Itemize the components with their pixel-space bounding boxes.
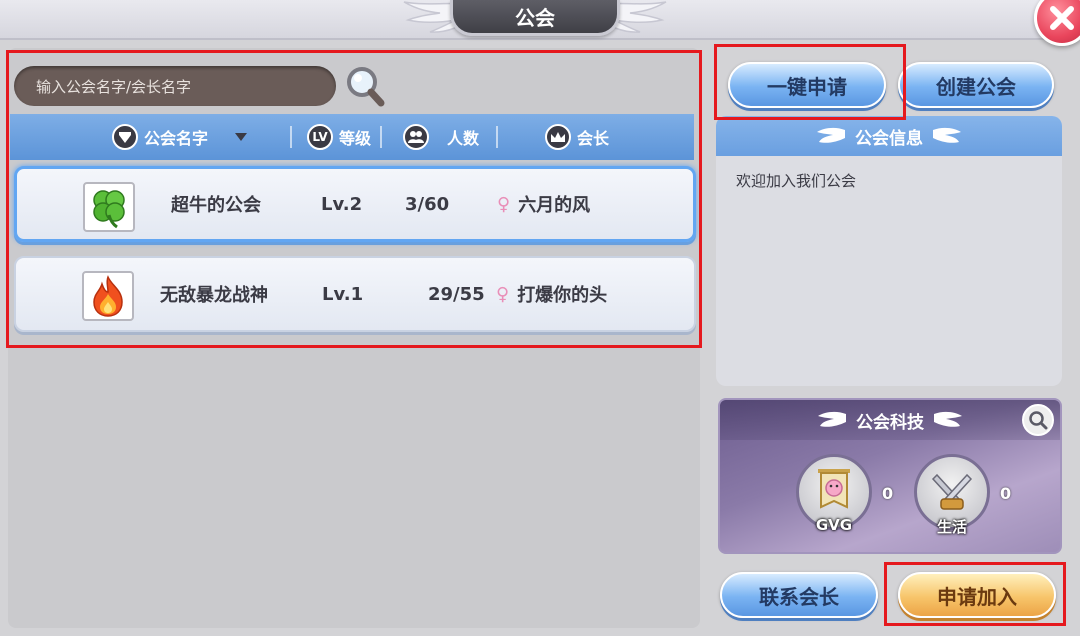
right-wing-icon bbox=[933, 127, 961, 143]
guild-leader: ♀ 打爆你的头 bbox=[496, 258, 607, 330]
guild-leader-name: 六月的风 bbox=[518, 195, 591, 216]
tech-life[interactable]: 生活 0 bbox=[914, 454, 1011, 544]
banner-icon bbox=[111, 124, 138, 150]
create-guild-button[interactable]: 创建公会 bbox=[898, 62, 1054, 108]
female-icon: ♀ bbox=[497, 193, 511, 215]
header-leader-label: 会长 bbox=[576, 129, 609, 148]
search-input[interactable]: 输入公会名字/会长名字 bbox=[14, 66, 336, 106]
left-wing-icon bbox=[817, 127, 845, 143]
close-icon bbox=[1050, 6, 1074, 30]
guild-members: 3/60 bbox=[405, 193, 450, 215]
contact-leader-button[interactable]: 联系会长 bbox=[720, 572, 878, 618]
guild-info-panel: 公会信息 欢迎加入我们公会 bbox=[716, 116, 1062, 386]
header-divider bbox=[380, 126, 382, 148]
guild-name: 无敌暴龙战神 bbox=[160, 285, 268, 306]
clover-icon bbox=[83, 182, 135, 232]
guild-info-header: 公会信息 bbox=[716, 116, 1062, 156]
guild-leader-name: 打爆你的头 bbox=[517, 285, 608, 306]
magnifier-icon bbox=[1029, 411, 1048, 430]
apply-join-button[interactable]: 申请加入 bbox=[898, 572, 1056, 618]
fire-icon bbox=[82, 271, 134, 321]
tech-life-count: 0 bbox=[1000, 484, 1012, 503]
header-name[interactable]: 公会名字 bbox=[90, 114, 270, 160]
guild-level: Lv.2 bbox=[321, 193, 363, 215]
members-icon bbox=[402, 124, 429, 150]
guild-members: 29/55 bbox=[428, 283, 485, 305]
guild-row[interactable]: 超牛的公会 Lv.2 3/60 ♀ 六月的风 bbox=[14, 166, 696, 242]
tech-gvg-label: GVG bbox=[815, 516, 853, 534]
guild-leader: ♀ 六月的风 bbox=[497, 169, 590, 239]
magnifier-icon bbox=[347, 67, 385, 107]
tech-gvg-count: 0 bbox=[882, 484, 894, 503]
guild-name: 超牛的公会 bbox=[171, 195, 261, 216]
guild-level: Lv.1 bbox=[322, 283, 364, 305]
right-wing-icon bbox=[934, 411, 962, 427]
guild-tech-panel: 公会科技 GVG 0 生活 0 bbox=[718, 398, 1062, 554]
header-level-label: 等级 bbox=[338, 129, 371, 148]
guild-table-header: 公会名字 LV 等级 人数 会长 bbox=[10, 114, 694, 160]
female-icon: ♀ bbox=[496, 283, 510, 305]
header-members: 人数 bbox=[386, 114, 496, 160]
level-badge-icon: LV bbox=[306, 124, 333, 150]
crown-icon bbox=[544, 124, 571, 150]
tech-gvg[interactable]: GVG 0 bbox=[796, 454, 893, 544]
header-leader: 会长 bbox=[502, 114, 652, 160]
guild-info-message: 欢迎加入我们公会 bbox=[736, 172, 857, 190]
header-name-label: 公会名字 bbox=[143, 129, 208, 148]
sort-down-icon bbox=[235, 133, 247, 141]
search-placeholder: 输入公会名字/会长名字 bbox=[36, 77, 192, 96]
guild-row[interactable]: 无敌暴龙战神 Lv.1 29/55 ♀ 打爆你的头 bbox=[14, 256, 696, 332]
guild-tech-header: 公会科技 bbox=[720, 400, 1060, 440]
tech-detail-button[interactable] bbox=[1022, 404, 1054, 436]
header-level: LV 等级 bbox=[296, 114, 382, 160]
left-wing-icon bbox=[818, 411, 846, 427]
header-divider bbox=[290, 126, 292, 148]
page-title: 公会 bbox=[450, 0, 620, 36]
guild-info-title: 公会信息 bbox=[855, 128, 923, 149]
header-members-label: 人数 bbox=[446, 129, 479, 148]
quick-apply-button[interactable]: 一键申请 bbox=[728, 62, 886, 108]
header-divider bbox=[496, 126, 498, 148]
search-button[interactable] bbox=[344, 64, 386, 108]
guild-tech-title: 公会科技 bbox=[856, 412, 924, 433]
tech-life-label: 生活 bbox=[936, 518, 967, 536]
